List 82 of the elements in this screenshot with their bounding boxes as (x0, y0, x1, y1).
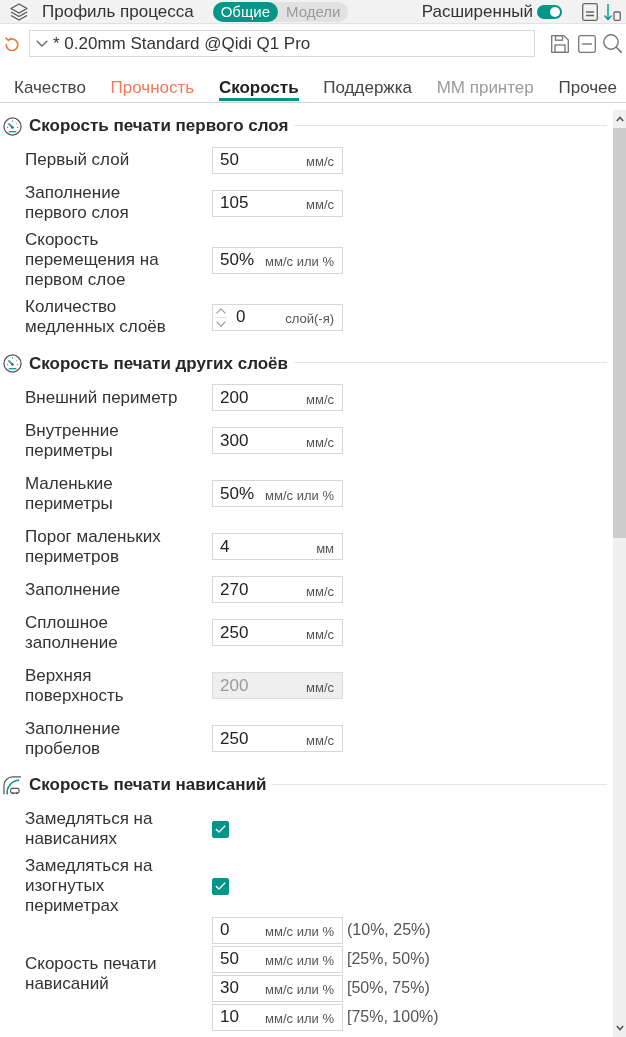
panel-title: Профиль процесса (42, 1, 194, 22)
setting-label: Верхняя поверхность (25, 665, 125, 706)
input-field[interactable]: 30 мм/с или % (212, 974, 343, 1002)
minus-square-icon[interactable] (578, 34, 596, 53)
setting-label: Скорость печати нависаний (25, 953, 158, 994)
input-field[interactable]: 200 мм/с (212, 384, 343, 411)
setting-label: Сплошное заполнение (25, 612, 119, 653)
setting-label: Внутренние периметры (25, 420, 120, 461)
input-field[interactable]: 270 мм/с (212, 576, 343, 603)
chevron-up-icon[interactable] (216, 307, 226, 314)
setting-label: Замедляться на нависаниях (25, 809, 154, 849)
save-icon[interactable] (551, 34, 569, 53)
gauge-icon (3, 116, 22, 136)
setting-label: Заполнение первого слоя (25, 183, 130, 223)
unit-label: мм/с (306, 154, 334, 169)
setting-label: Порог маленьких периметров (25, 526, 162, 567)
range-label: [25%, 50%) (347, 950, 430, 968)
reset-icon[interactable] (5, 36, 19, 51)
unit-label: мм/с (306, 626, 334, 642)
setting-label: Первый слой (25, 150, 131, 170)
unit-label: мм/с или % (265, 982, 334, 997)
input-field[interactable]: 0 мм/с или % (212, 916, 343, 944)
unit-label: мм/с (306, 583, 334, 599)
input-field[interactable]: 4 мм (212, 533, 343, 560)
chevron-down-icon (36, 40, 48, 47)
input-field[interactable]: 250 мм/с (212, 725, 343, 752)
section-title: Скорость печати других слоёв (29, 353, 288, 374)
check-icon (215, 882, 226, 890)
input-field[interactable]: 50% мм/с или % (212, 246, 343, 274)
range-label: [75%, 100%) (347, 1008, 439, 1026)
setting-label: Заполнение (25, 579, 122, 600)
tab[interactable]: Качество (14, 78, 86, 101)
tab[interactable]: Прочее (558, 78, 617, 101)
setting-label: Количество медленных слоёв (25, 297, 167, 337)
setting-label: Заполнение пробелов (25, 718, 122, 759)
range-label: [50%, 75%) (347, 979, 430, 997)
profile-dropdown[interactable]: * 0.20mm Standard @Qidi Q1 Pro (29, 30, 535, 57)
unit-label: мм/с (306, 679, 334, 695)
checkbox[interactable] (212, 877, 229, 895)
tab[interactable]: Скорость (218, 78, 299, 101)
setting-label: Маленькие периметры (25, 473, 114, 514)
caret-down-icon[interactable] (615, 1025, 624, 1031)
setting-label: Внешний периметр (25, 387, 179, 408)
input-field[interactable]: 50% мм/с или % (212, 480, 343, 507)
document-icon[interactable] (582, 2, 598, 21)
unit-label: мм/с или % (265, 487, 334, 503)
checkbox[interactable] (212, 820, 229, 838)
arc-icon (3, 775, 22, 795)
unit-label: мм/с (306, 391, 334, 407)
unit-label: мм/с или % (265, 254, 334, 269)
range-label: (10%, 25%) (347, 921, 431, 939)
unit-label: слой(-я) (285, 311, 334, 326)
setting-label: Скорость перемещения на первом слое (25, 230, 160, 290)
setting-label: Замедляться на изогнутых периметрах (25, 856, 154, 916)
input-field[interactable]: 105 мм/с (212, 189, 343, 217)
unit-label: мм/с или % (265, 924, 334, 939)
input-field[interactable]: 250 мм/с (212, 619, 343, 646)
unit-label: мм/с (306, 434, 334, 450)
section-title: Скорость печати нависаний (29, 775, 267, 795)
check-icon (215, 825, 226, 833)
unit-label: мм/с или % (265, 1011, 334, 1026)
toggle-switch[interactable] (537, 4, 562, 19)
input-field[interactable]: 10 мм/с или % (212, 1003, 343, 1031)
gauge-icon (3, 354, 22, 373)
chevron-down-icon[interactable] (216, 320, 226, 327)
unit-label: мм/с или % (265, 953, 334, 968)
input-field[interactable]: 300 мм/с (212, 427, 343, 454)
spin-field[interactable]: 0 слой(-я) (212, 303, 343, 331)
unit-label: мм/с (306, 197, 334, 212)
unit-label: мм (316, 540, 334, 556)
caret-up-icon[interactable] (615, 116, 624, 122)
down-arrow-icon[interactable] (603, 2, 621, 21)
scrollbar-thumb[interactable] (613, 128, 626, 538)
section-title: Скорость печати первого слоя (29, 116, 289, 136)
mode-tab[interactable]: Общие (212, 1, 278, 22)
input-field[interactable]: 50 мм/с (212, 146, 343, 174)
tab[interactable]: Поддержка (323, 78, 412, 101)
input-field[interactable]: 50 мм/с или % (212, 945, 343, 973)
unit-label: мм/с (306, 732, 334, 748)
advanced-label: Расширенный (421, 1, 533, 22)
search-icon[interactable] (603, 34, 622, 53)
layers-icon[interactable] (10, 2, 28, 21)
